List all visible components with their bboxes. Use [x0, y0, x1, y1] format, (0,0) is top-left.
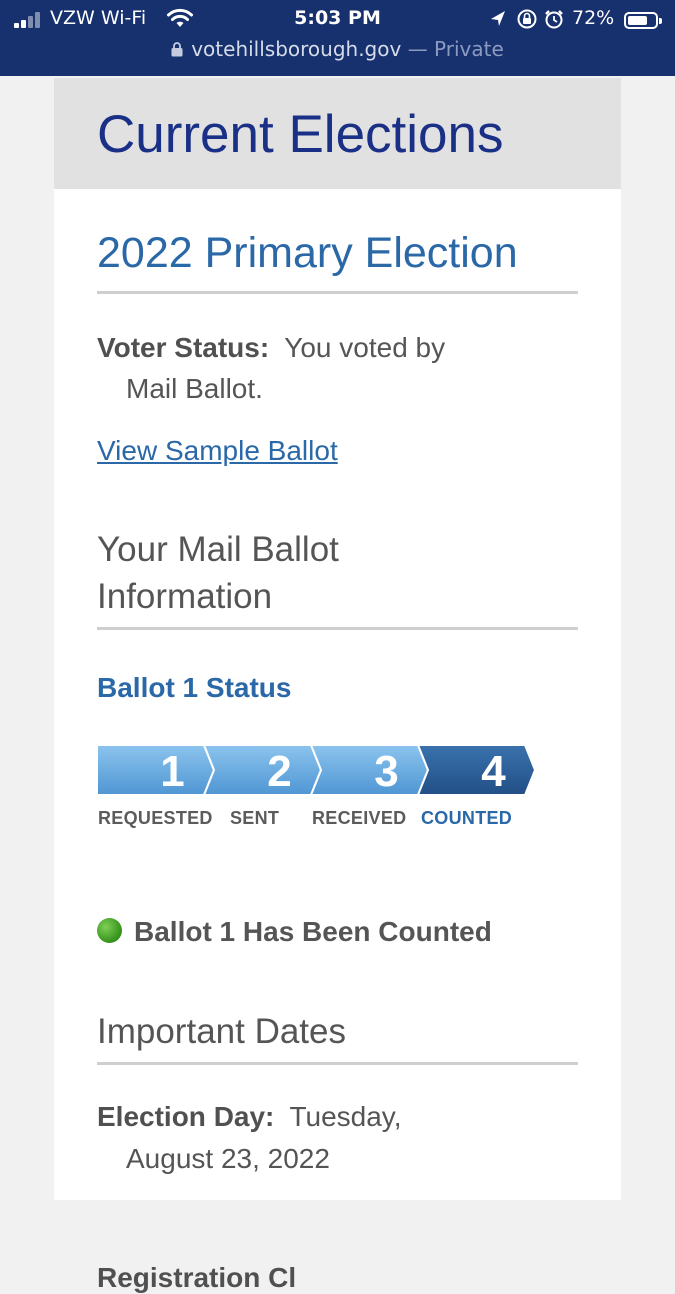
divider: [97, 1062, 578, 1065]
alarm-clock-icon: [545, 10, 563, 29]
voter-status-label: Voter Status:: [97, 332, 270, 363]
step-number-2: 2: [267, 747, 291, 795]
location-arrow-icon: [491, 11, 505, 26]
orientation-lock-icon: [517, 9, 537, 29]
step-number-4: 4: [481, 747, 506, 795]
election-title: 2022 Primary Election: [97, 229, 518, 277]
election-day-info: Election Day: Tuesday, August 23, 2022: [97, 1096, 567, 1180]
ballot-counted-status: Ballot 1 Has Been Counted: [97, 916, 492, 948]
elections-card: Current Elections 2022 Primary Election …: [54, 78, 621, 1293]
important-dates-title: Important Dates: [97, 1012, 346, 1051]
mail-ballot-title-line-2: Information: [97, 577, 273, 616]
divider: [97, 627, 578, 630]
voter-status: Voter Status: You voted by Mail Ballot.: [97, 327, 567, 409]
card-header: Current Elections: [54, 78, 621, 189]
status-dot-icon: [97, 918, 122, 943]
step-chevron-1: [97, 745, 216, 795]
ballot-counted-text: Ballot 1 Has Been Counted: [134, 916, 492, 947]
step-number-1: 1: [160, 747, 184, 795]
status-icons: [491, 9, 563, 29]
ballot-status-title: Ballot 1 Status: [97, 672, 292, 703]
view-sample-ballot-link[interactable]: View Sample Ballot: [97, 435, 338, 467]
step-label-sent: SENT: [230, 808, 280, 828]
battery-percentage: 72%: [572, 7, 615, 29]
election-day-date: August 23, 2022: [126, 1143, 330, 1174]
step-number-3: 3: [374, 747, 398, 795]
step-label-requested: REQUESTED: [98, 808, 213, 828]
election-day-label: Election Day:: [97, 1101, 275, 1132]
url-text: votehillsborough.gov: [191, 37, 402, 61]
voter-status-value-cont: Mail Ballot.: [126, 373, 263, 404]
page-title: Current Elections: [97, 105, 504, 164]
ballot-progress-steps: 1 2 3 4: [97, 745, 537, 795]
election-day-value: Tuesday,: [289, 1101, 402, 1132]
battery-icon: [624, 12, 662, 29]
status-bar: VZW Wi-Fi 5:03 PM 72% votehillsborough.g…: [0, 0, 675, 76]
address-bar[interactable]: votehillsborough.gov — Private: [0, 37, 675, 61]
voter-status-value: You voted by: [284, 332, 446, 363]
step-chevron-3: [309, 745, 430, 795]
step-chevron-2: [202, 745, 323, 795]
mail-ballot-title-line-1: Your Mail Ballot: [97, 530, 339, 569]
divider: [97, 291, 578, 294]
registration-label-partial: Registration Cl: [97, 1262, 297, 1293]
step-chevron-4: [416, 745, 537, 795]
mail-ballot-section-title: Your Mail Ballot Information: [97, 526, 339, 620]
step-label-counted: COUNTED: [421, 808, 513, 828]
step-label-received: RECEIVED: [312, 808, 407, 828]
private-indicator: — Private: [407, 37, 504, 61]
lock-icon: [171, 42, 183, 57]
